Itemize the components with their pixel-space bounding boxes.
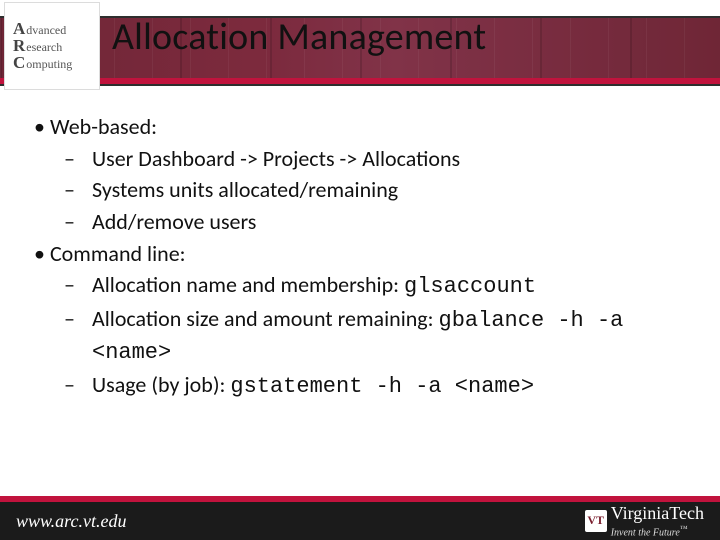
bullet-cli: • Command line: [34,239,694,269]
vt-logo: VT VirginiaTech Invent the Future™ [585,503,704,538]
bullet-cli-1: –Allocation name and membership: glsacco… [78,270,694,302]
footer: www.arc.vt.edu VT VirginiaTech Invent th… [0,492,720,540]
bullet-cli-3: –Usage (by job): gstatement -h -a <name> [78,370,694,402]
bullet-web-3: –Add/remove users [78,207,694,237]
bullet-web-based: • Web-based: [34,112,694,142]
arc-logo: Advanced Research Computing [4,2,100,90]
vt-name: VirginiaTech [611,503,704,524]
vt-branding: VT VirginiaTech Invent the Future™ [585,503,704,538]
header-bottom-rule [0,84,720,86]
bullet-web-2: –Systems units allocated/remaining [78,175,694,205]
bullet-web-1: –User Dashboard -> Projects -> Allocatio… [78,144,694,174]
bullet-cli-2: –Allocation size and amount remaining: g… [78,304,694,367]
arc-logo-line3: Computing [13,56,99,71]
vt-shield-icon: VT [585,510,607,532]
slide: Advanced Research Computing Allocation M… [0,0,720,540]
slide-body: • Web-based: –User Dashboard -> Projects… [34,112,694,403]
arc-logo-line1: Advanced [13,22,99,37]
footer-url: www.arc.vt.edu [16,511,127,532]
footer-bar: www.arc.vt.edu VT VirginiaTech Invent th… [0,502,720,540]
code-gstatement: gstatement -h -a <name> [230,374,534,399]
slide-title: Allocation Management [112,14,486,60]
header: Advanced Research Computing Allocation M… [0,0,720,90]
arc-logo-line2: Research [13,39,99,54]
code-glsaccount: glsaccount [404,274,536,299]
vt-tagline: Invent the Future™ [611,524,704,538]
